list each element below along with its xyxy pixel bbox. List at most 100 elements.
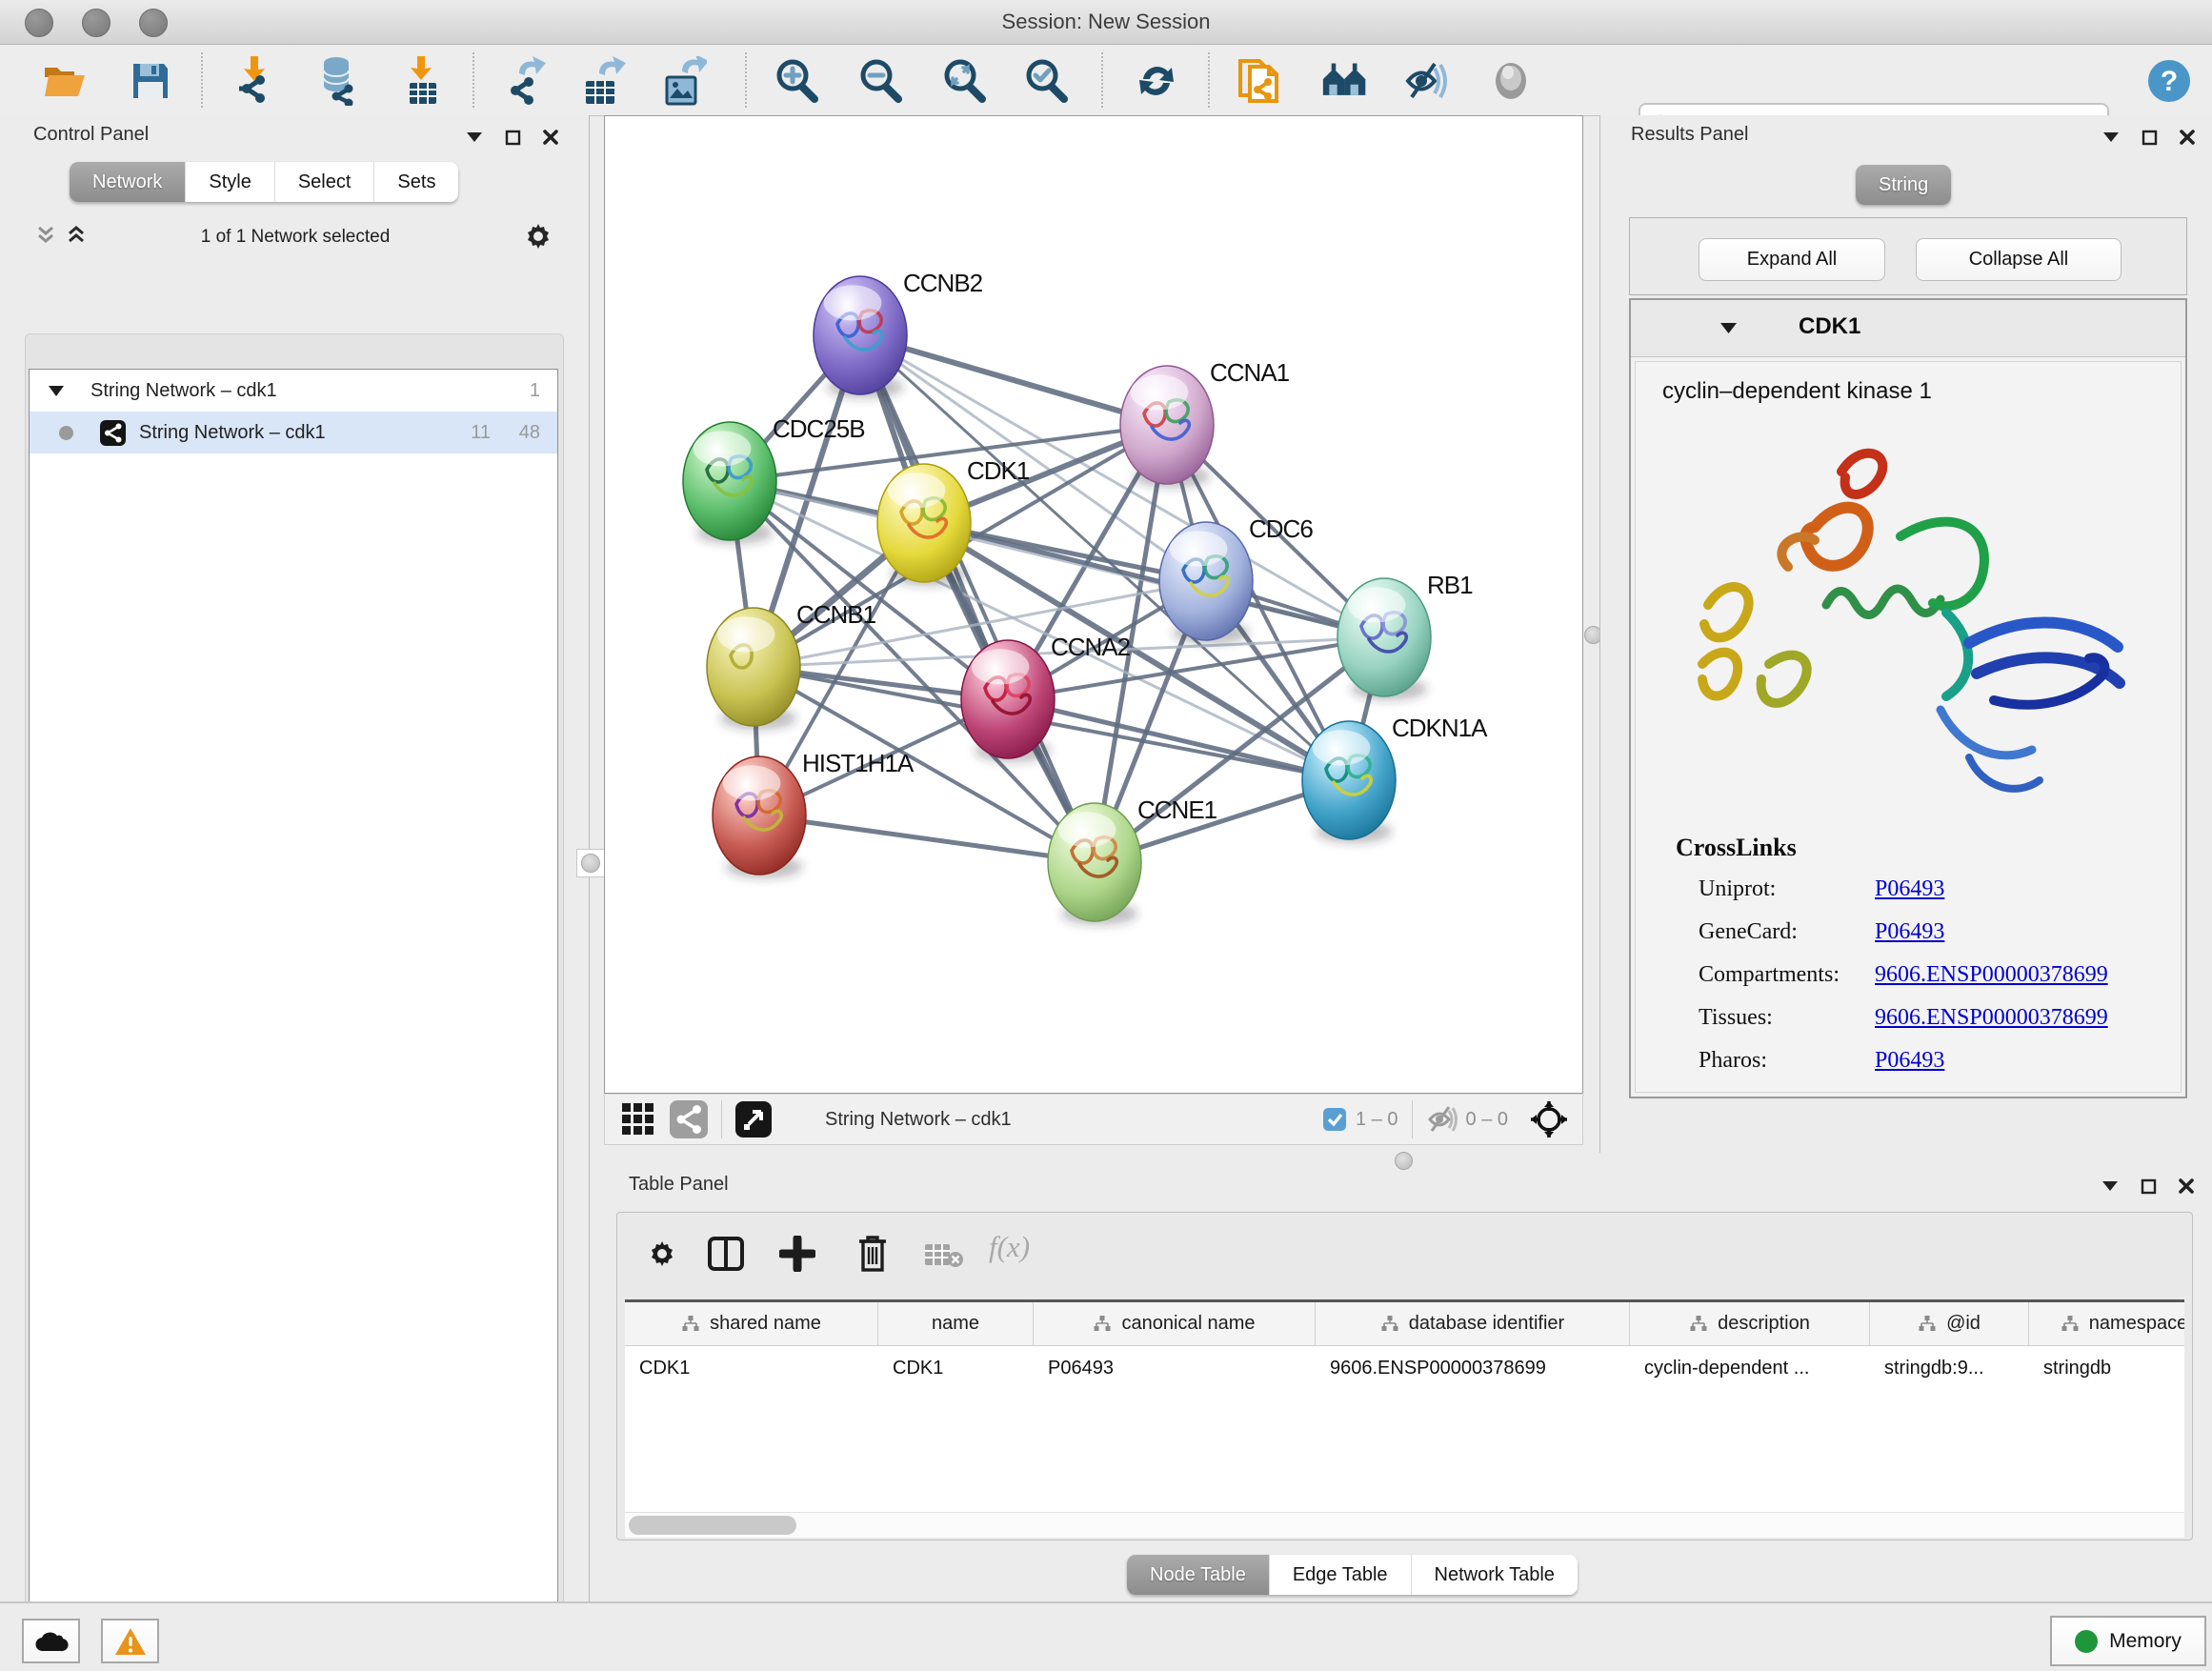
help-icon[interactable]: ? [2145,57,2193,105]
crosslink-value[interactable]: P06493 [1875,919,1944,945]
close-panel-icon[interactable] [542,129,559,146]
hide-graphics-details-icon[interactable] [1402,57,1450,105]
cloud-status-button[interactable] [22,1619,80,1663]
crosslink-value[interactable]: 9606.ENSP00000378699 [1875,1005,2108,1031]
zoom-out-icon[interactable] [856,57,904,105]
node-label-CCNB1: CCNB1 [796,600,876,629]
network-node-CCNE1[interactable]: CCNE1 [1048,795,1217,925]
panel-menu-icon[interactable] [2101,131,2121,144]
pan-crosshair-icon[interactable] [1529,1099,1569,1139]
memory-button[interactable]: Memory [2050,1616,2206,1666]
expand-all-chevrons-icon[interactable] [66,225,87,246]
add-column-icon[interactable] [779,1236,815,1272]
scrollbar-thumb[interactable] [629,1516,796,1535]
panel-menu-icon[interactable] [465,131,484,144]
network-view-icon[interactable] [670,1100,708,1138]
node-section-header[interactable]: CDK1 [1631,300,2185,357]
tab-style[interactable]: Style [185,162,273,202]
tab-edge-table[interactable]: Edge Table [1269,1555,1411,1595]
network-node-CDC6[interactable]: CDC6 [1159,514,1313,644]
open-session-icon[interactable] [41,57,89,105]
table-cell[interactable]: P06493 [1034,1346,1316,1390]
home-pages-icon[interactable] [1321,57,1369,105]
table-cell[interactable]: CDK1 [878,1346,1034,1390]
show-columns-icon[interactable] [707,1236,745,1272]
node-label-CDC25B: CDC25B [773,414,865,443]
tab-select[interactable]: Select [274,162,374,202]
table-options-gear-icon[interactable] [646,1238,678,1270]
table-row[interactable]: CDK1CDK1P064939606.ENSP00000378699cyclin… [625,1346,2184,1390]
export-network-icon[interactable] [501,57,549,105]
left-splitter-handle[interactable] [576,849,605,877]
panel-menu-icon[interactable] [2101,1179,2120,1193]
float-panel-icon[interactable] [2141,1178,2157,1195]
collapse-all-chevrons-icon[interactable] [35,225,56,246]
network-canvas[interactable]: CCNB2CCNA1CDC25BCDK1CDC6RB1CCNB1CCNA2CDK… [604,115,1583,1094]
tab-network-table[interactable]: Network Table [1411,1555,1578,1595]
import-network-icon[interactable] [234,57,282,105]
network-node-CCNA1[interactable]: CCNA1 [1120,358,1290,488]
tab-sets[interactable]: Sets [373,162,458,202]
tab-string[interactable]: String [1856,165,1951,205]
horizontal-splitter-handle[interactable] [1395,1152,1413,1170]
tab-network[interactable]: Network [70,162,185,202]
refresh-icon[interactable] [1133,57,1180,105]
tree-expander-icon[interactable] [48,385,65,397]
table-cell[interactable]: stringdb [2029,1346,2184,1390]
section-expander-icon[interactable] [1719,321,1739,335]
table-cell[interactable]: cyclin-dependent ... [1630,1346,1870,1390]
node-table: shared namenamecanonical namedatabase id… [625,1299,2184,1512]
toolbar-separator [201,52,203,108]
crosslink-row: Pharos:P06493 [1636,1048,2181,1091]
table-cell[interactable]: 9606.ENSP00000378699 [1316,1346,1630,1390]
export-image-icon[interactable] [660,57,708,105]
column-header-namespace[interactable]: namespace [2029,1302,2184,1345]
shared-column-icon [681,1315,700,1334]
collapse-all-button[interactable]: Collapse All [1916,238,2122,281]
close-panel-icon[interactable] [2179,129,2196,146]
export-table-icon[interactable] [579,57,627,105]
node-label-HIST1H1A: HIST1H1A [802,749,915,777]
table-cell[interactable]: CDK1 [625,1346,878,1390]
selected-checkbox-icon[interactable] [1323,1108,1346,1131]
zoom-fit-icon[interactable] [940,57,988,105]
float-panel-icon[interactable] [505,130,521,146]
network-node-CDK1[interactable]: CDK1 [877,456,1030,586]
birds-eye-view-icon[interactable] [735,1101,772,1137]
tab-node-table[interactable]: Node Table [1127,1555,1269,1595]
show-graphics-details-icon[interactable] [1487,57,1535,105]
warning-status-button[interactable] [101,1619,159,1663]
network-edge-CCNB2-CCNE1[interactable] [860,335,1095,862]
column-header-canonical-name[interactable]: canonical name [1034,1302,1316,1345]
crosslink-value[interactable]: 9606.ENSP00000378699 [1875,962,2108,988]
import-table-icon[interactable] [399,57,447,105]
column-header-description[interactable]: description [1630,1302,1870,1345]
grid-view-icon[interactable] [620,1101,656,1137]
crosslink-value[interactable]: P06493 [1875,876,1944,902]
column-header-shared-name[interactable]: shared name [625,1302,878,1345]
column-header-name[interactable]: name [878,1302,1034,1345]
table-cell[interactable]: stringdb:9... [1870,1346,2029,1390]
column-header-database-identifier[interactable]: database identifier [1316,1302,1630,1345]
network-edge-HIST1H1A-CCNE1[interactable] [759,815,1095,862]
network-node-HIST1H1A[interactable]: HIST1H1A [713,749,915,878]
network-node-CDKN1A[interactable]: CDKN1A [1302,714,1488,843]
network-node-CCNB1[interactable]: CCNB1 [707,600,876,730]
zoom-in-icon[interactable] [773,57,820,105]
string-document-icon[interactable] [1236,57,1283,105]
network-node-CCNB2[interactable]: CCNB2 [814,269,983,398]
delete-column-icon[interactable] [855,1234,890,1274]
expand-all-button[interactable]: Expand All [1699,238,1885,281]
float-panel-icon[interactable] [2142,130,2158,146]
control-panel-title: Control Panel [33,124,149,146]
zoom-selected-icon[interactable] [1022,57,1070,105]
import-database-icon[interactable] [314,57,362,105]
column-header--id[interactable]: @id [1870,1302,2029,1345]
close-panel-icon[interactable] [2178,1178,2195,1195]
crosslink-value[interactable]: P06493 [1875,1048,1944,1074]
gear-icon[interactable] [522,220,554,252]
network-row-selected[interactable]: String Network – cdk1 11 48 [30,412,557,453]
save-session-icon[interactable] [127,57,174,105]
network-collection-row[interactable]: String Network – cdk1 1 [30,370,557,412]
network-node-RB1[interactable]: RB1 [1337,571,1473,700]
